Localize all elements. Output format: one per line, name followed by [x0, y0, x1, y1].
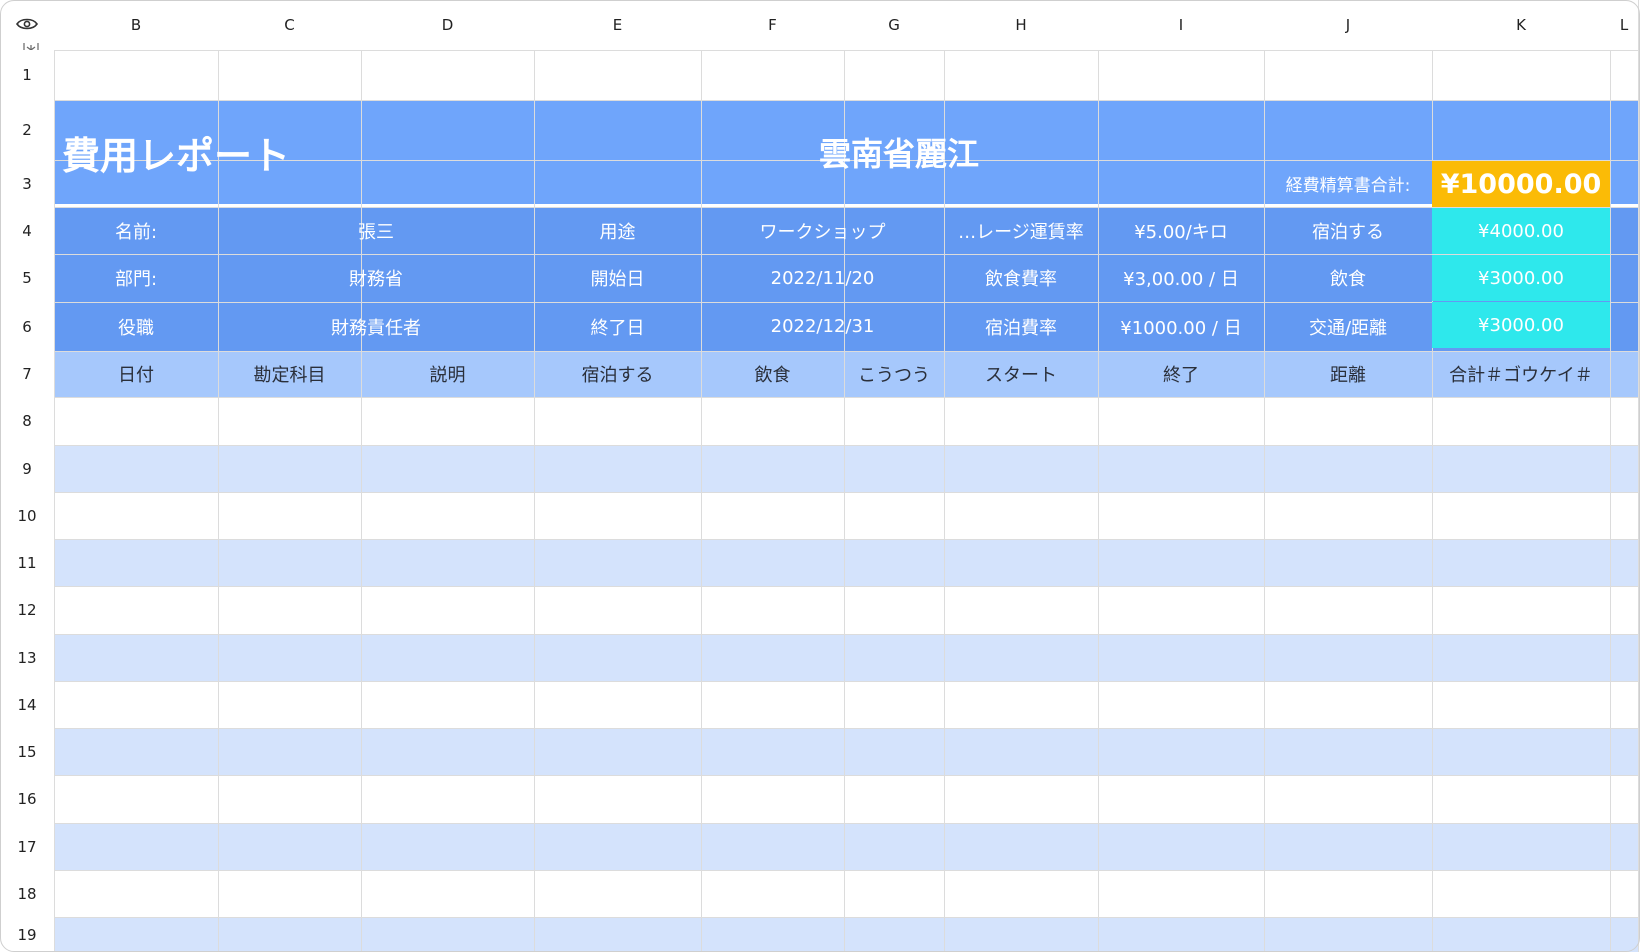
row-header-2[interactable]: 2	[0, 100, 54, 160]
row-gridline	[0, 492, 1640, 493]
end-date-value[interactable]: 2022/12/31	[701, 302, 944, 351]
row-gridline	[0, 728, 1640, 729]
lodging-label[interactable]: 宿泊する	[1264, 207, 1432, 254]
row-gridline	[0, 917, 1640, 918]
lodging-rate-label[interactable]: 宿泊費率	[944, 302, 1098, 351]
row-gridline	[0, 681, 1640, 682]
role-label[interactable]: 役職	[54, 302, 218, 351]
row-header-11[interactable]: 11	[0, 539, 54, 586]
row-gridline	[0, 634, 1640, 635]
column-header-D[interactable]: D	[361, 0, 534, 50]
column-header-I[interactable]: I	[1098, 0, 1264, 50]
row-header-5[interactable]: 5	[0, 254, 54, 302]
lodging-rate-value[interactable]: ¥1000.00 / 日	[1098, 302, 1264, 351]
column-header-K[interactable]: K	[1432, 0, 1610, 50]
meal-rate-label[interactable]: 飲食費率	[944, 254, 1098, 302]
row-gridline	[0, 445, 1640, 446]
row-gridline	[0, 586, 1640, 587]
meal-label[interactable]: 飲食	[1264, 254, 1432, 302]
row-gridline	[0, 775, 1640, 776]
row-header-8[interactable]: 8	[0, 397, 54, 445]
name-label[interactable]: 名前:	[54, 207, 218, 254]
start-date-value[interactable]: 2022/11/20	[701, 254, 944, 302]
header-date[interactable]: 日付	[54, 351, 218, 397]
column-header-H[interactable]: H	[944, 0, 1098, 50]
column-header-C[interactable]: C	[218, 0, 361, 50]
header-distance[interactable]: 距離	[1264, 351, 1432, 397]
header-lodging[interactable]: 宿泊する	[534, 351, 701, 397]
header-start[interactable]: スタート	[944, 351, 1098, 397]
column-header-J[interactable]: J	[1264, 0, 1432, 50]
dept-label[interactable]: 部門:	[54, 254, 218, 302]
role-value[interactable]: 財務責任者	[218, 302, 534, 351]
row-header-12[interactable]: 12	[0, 586, 54, 634]
row-header-19[interactable]: 19	[0, 917, 54, 952]
column-gridline	[1610, 0, 1611, 952]
meal-total-cell[interactable]: ¥3000.00	[1432, 255, 1610, 301]
select-all-corner[interactable]	[0, 0, 54, 57]
header-end[interactable]: 終了	[1098, 351, 1264, 397]
transport-label[interactable]: 交通/距離	[1264, 302, 1432, 351]
row-header-17[interactable]: 17	[0, 823, 54, 870]
transport-total-cell[interactable]: ¥3000.00	[1432, 302, 1610, 348]
row-stripe-11	[54, 539, 1638, 586]
row-header-6[interactable]: 6	[0, 302, 54, 351]
row-header-4[interactable]: 4	[0, 207, 54, 254]
report-title[interactable]: 費用レポート	[54, 100, 534, 204]
eye-icon[interactable]	[16, 16, 38, 35]
column-header-B[interactable]: B	[54, 0, 218, 50]
column-gridline	[1264, 0, 1265, 952]
row-header-13[interactable]: 13	[0, 634, 54, 681]
row-header-16[interactable]: 16	[0, 775, 54, 823]
header-total[interactable]: 合計＃ゴウケイ＃	[1432, 351, 1610, 397]
row-header-7[interactable]: 7	[0, 351, 54, 397]
column-header-L[interactable]: L	[1610, 0, 1638, 50]
report-city[interactable]: 雲南省麗江	[534, 100, 1264, 204]
lodging-total-cell[interactable]: ¥4000.00	[1432, 208, 1610, 254]
row-gridline	[0, 397, 1640, 398]
column-gridline	[1432, 0, 1433, 952]
header-account[interactable]: 勘定科目	[218, 351, 361, 397]
column-header-G[interactable]: G	[844, 0, 944, 50]
row-header-9[interactable]: 9	[0, 445, 54, 492]
column-header-E[interactable]: E	[534, 0, 701, 50]
mileage-label[interactable]: …レージ運賃率	[944, 207, 1098, 254]
row-gridline	[0, 870, 1640, 871]
column-gridline	[1638, 0, 1639, 952]
row-stripe-15	[54, 728, 1638, 775]
header-meals[interactable]: 飲食	[701, 351, 844, 397]
purpose-label[interactable]: 用途	[534, 207, 701, 254]
header-description[interactable]: 説明	[361, 351, 534, 397]
header-transport[interactable]: こうつう	[844, 351, 944, 397]
total-value-cell[interactable]: ¥10000.00	[1432, 161, 1610, 207]
meal-rate-value[interactable]: ¥3,00.00 / 日	[1098, 254, 1264, 302]
row-stripe-13	[54, 634, 1638, 681]
spreadsheet-grid: BCDEFGHIJKL 1 2 3 4 5 6 7 8 9 10 11 12 13 14 15 16 17 18 1…	[0, 0, 1640, 952]
row-stripe-17	[54, 823, 1638, 870]
row-header-14[interactable]: 14	[0, 681, 54, 728]
row-header-15[interactable]: 15	[0, 728, 54, 775]
row-header-1[interactable]: 1	[0, 50, 54, 100]
mileage-value[interactable]: ¥5.00/キロ	[1098, 207, 1264, 254]
row-stripe-19	[54, 917, 1638, 952]
start-date-label[interactable]: 開始日	[534, 254, 701, 302]
spreadsheet-window: BCDEFGHIJKL 1 2 3 4 5 6 7 8 9 10 11 12 13 14 15 16 17 18 1…	[0, 0, 1640, 952]
total-label[interactable]: 経費精算書合計:	[1264, 162, 1432, 204]
name-value[interactable]: 張三	[218, 207, 534, 254]
purpose-value[interactable]: ワークショップ	[701, 207, 944, 254]
dept-value[interactable]: 財務省	[218, 254, 534, 302]
row-stripe-9	[54, 445, 1638, 492]
row-header-3[interactable]: 3	[0, 160, 54, 207]
row-header-18[interactable]: 18	[0, 870, 54, 917]
column-header-F[interactable]: F	[701, 0, 844, 50]
end-date-label[interactable]: 終了日	[534, 302, 701, 351]
row-gridline	[0, 539, 1640, 540]
row-header-10[interactable]: 10	[0, 492, 54, 539]
row-gridline	[0, 50, 1640, 51]
row-gridline	[0, 823, 1640, 824]
